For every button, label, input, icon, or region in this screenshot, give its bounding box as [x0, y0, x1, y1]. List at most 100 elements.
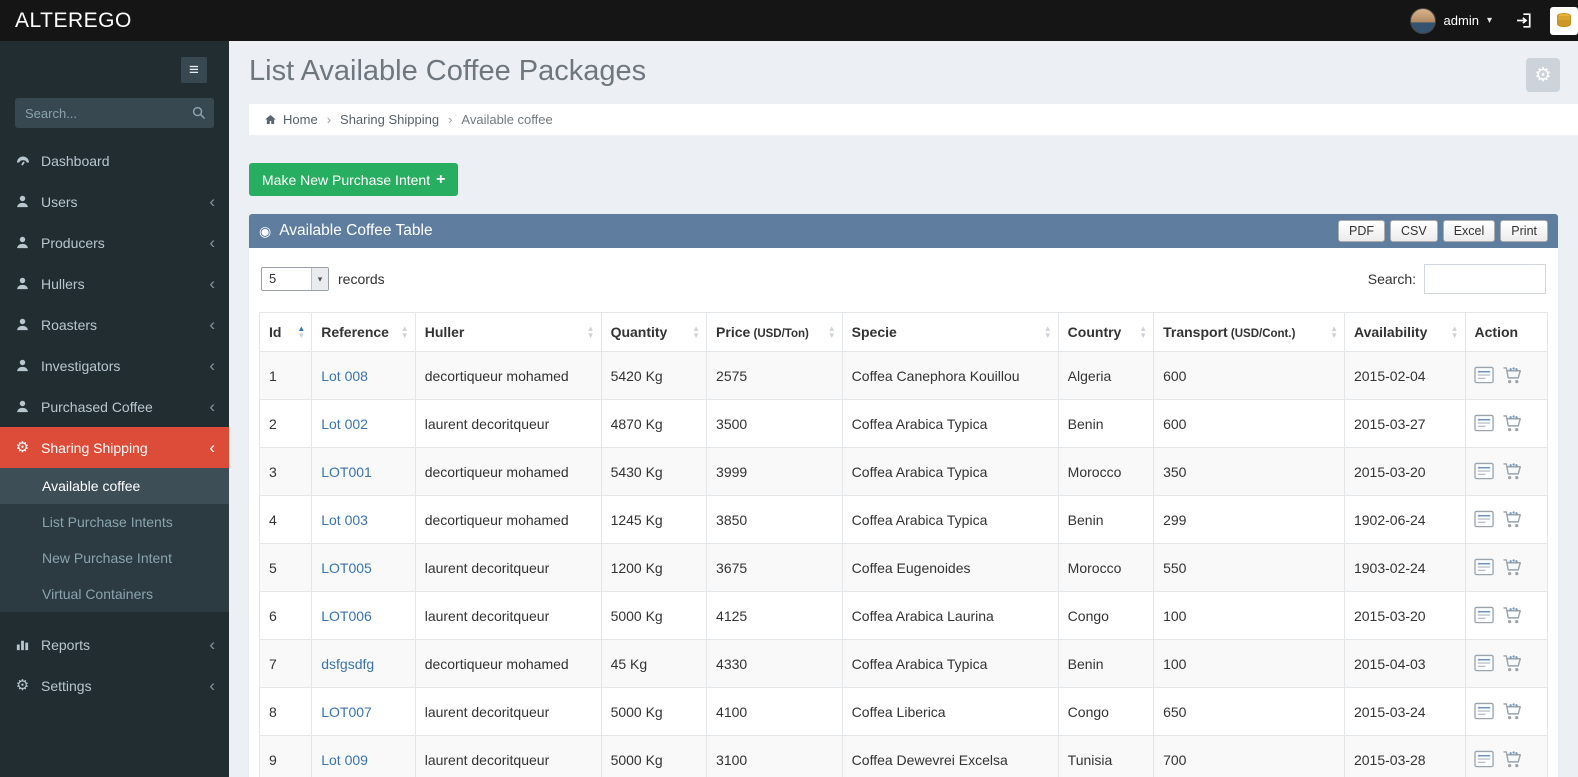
sort-carets-icon: ▲ ▼	[400, 324, 409, 340]
reference-link[interactable]: LOT007	[321, 704, 372, 720]
cart-icon[interactable]	[1502, 702, 1523, 721]
sort-carets-icon: ▲ ▼	[586, 324, 595, 340]
sidebar-item-producers[interactable]: Producers ‹	[0, 222, 229, 263]
caret-down-icon: ▾	[1486, 15, 1492, 26]
reference-link[interactable]: LOT005	[321, 560, 372, 576]
cell-transport: 550	[1153, 543, 1345, 592]
sidebar-item-users[interactable]: Users ‹	[0, 181, 229, 222]
details-icon[interactable]	[1473, 366, 1495, 385]
details-icon[interactable]	[1473, 606, 1495, 625]
breadcrumb-current: Available coffee	[461, 112, 553, 127]
breadcrumb-sharing-shipping[interactable]: Sharing Shipping	[340, 112, 439, 127]
table-search-input[interactable]	[1424, 264, 1546, 294]
details-icon[interactable]	[1473, 414, 1495, 433]
cart-icon[interactable]	[1502, 462, 1523, 481]
table-controls: 5 ▾ records Search:	[261, 264, 1546, 294]
details-icon[interactable]	[1473, 654, 1495, 673]
top-navbar: ALTEREGO admin ▾	[0, 0, 1578, 41]
cart-icon[interactable]	[1502, 366, 1523, 385]
sidebar-toggle-icon[interactable]: ≡	[181, 57, 207, 83]
column-header-quantity[interactable]: Quantity ▲ ▼	[600, 312, 708, 352]
details-icon[interactable]	[1473, 750, 1495, 769]
sort-carets-icon: ▲ ▼	[1450, 324, 1459, 340]
sidebar-search-input[interactable]	[15, 98, 214, 128]
sidebar-item-sharing-shipping[interactable]: ⚙ Sharing Shipping ‹	[0, 427, 229, 468]
export-csv-button[interactable]: CSV	[1390, 220, 1438, 242]
table-search-label: Search:	[1367, 271, 1416, 287]
make-new-purchase-intent-button[interactable]: Make New Purchase Intent +	[249, 163, 459, 196]
cell-specie: Coffea Arabica Laurina	[841, 591, 1059, 640]
details-icon[interactable]	[1473, 462, 1495, 481]
cell-reference: dsfgsdfg	[311, 639, 416, 688]
submenu-item-available-coffee[interactable]: Available coffee	[0, 468, 229, 504]
cart-icon[interactable]	[1502, 414, 1523, 433]
brand-logo[interactable]: ALTEREGO	[0, 9, 229, 33]
column-header-specie[interactable]: Specie ▲ ▼	[841, 312, 1059, 352]
logout-icon[interactable]	[1512, 8, 1538, 34]
cell-reference: Lot 008	[311, 351, 416, 400]
export-print-button[interactable]: Print	[1500, 220, 1548, 242]
details-icon[interactable]	[1473, 558, 1495, 577]
gear-icon: ⚙	[15, 439, 30, 456]
reference-link[interactable]: Lot 008	[321, 368, 368, 384]
reference-link[interactable]: Lot 009	[321, 752, 368, 768]
search-icon[interactable]	[191, 105, 206, 120]
cart-icon[interactable]	[1502, 750, 1523, 769]
breadcrumb-home[interactable]: Home	[264, 112, 318, 127]
cell-action	[1464, 351, 1549, 400]
sidebar-item-dashboard[interactable]: Dashboard	[0, 140, 229, 181]
cart-icon[interactable]	[1502, 606, 1523, 625]
sidebar-search	[15, 98, 214, 128]
column-header-price[interactable]: Price (USD/Ton) ▲ ▼	[706, 312, 843, 352]
sidebar-item-reports[interactable]: Reports ‹	[0, 624, 229, 665]
sidebar-item-settings[interactable]: ⚙ Settings ‹	[0, 665, 229, 706]
reference-link[interactable]: Lot 002	[321, 416, 368, 432]
records-per-page-select[interactable]: 5 ▾	[261, 267, 329, 291]
users-icon	[14, 194, 31, 210]
main-content: List Available Coffee Packages ⚙ Home › …	[229, 41, 1578, 777]
submenu-item-new-purchase-intent[interactable]: New Purchase Intent	[0, 540, 229, 576]
column-header-reference[interactable]: Reference ▲ ▼	[311, 312, 416, 352]
cell-specie: Coffea Arabica Typica	[841, 639, 1059, 688]
cell-availability: 2015-03-28	[1343, 735, 1466, 777]
details-icon[interactable]	[1473, 702, 1495, 721]
cell-quantity: 5000 Kg	[600, 735, 708, 777]
column-header-transport[interactable]: Transport (USD/Cont.) ▲ ▼	[1153, 312, 1345, 352]
cell-quantity: 1200 Kg	[600, 543, 708, 592]
dashboard-icon	[14, 153, 31, 169]
cell-country: Benin	[1057, 399, 1155, 448]
cell-reference: LOT006	[311, 591, 416, 640]
details-icon[interactable]	[1473, 510, 1495, 529]
cell-transport: 700	[1153, 735, 1345, 777]
cell-transport: 350	[1153, 447, 1345, 496]
reference-link[interactable]: Lot 003	[321, 512, 368, 528]
sidebar-item-investigators[interactable]: Investigators ‹	[0, 345, 229, 386]
export-excel-button[interactable]: Excel	[1442, 220, 1496, 242]
column-header-id[interactable]: Id ▲ ▼	[258, 312, 313, 352]
cell-price: 3999	[706, 447, 843, 496]
column-header-country[interactable]: Country ▲ ▼	[1057, 312, 1155, 352]
reference-link[interactable]: LOT006	[321, 608, 372, 624]
table-row: 7 dsfgsdfg decortiqueur mohamed 45 Kg 43…	[258, 639, 1549, 688]
column-header-availability[interactable]: Availability ▲ ▼	[1343, 312, 1466, 352]
cart-icon[interactable]	[1502, 510, 1523, 529]
cart-icon[interactable]	[1502, 558, 1523, 577]
cell-quantity: 1245 Kg	[600, 495, 708, 544]
settings-gear-button[interactable]: ⚙	[1526, 58, 1560, 92]
submenu-item-virtual-containers[interactable]: Virtual Containers	[0, 576, 229, 612]
cart-icon[interactable]	[1502, 654, 1523, 673]
cell-huller: laurent decoritqueur	[414, 735, 602, 777]
sidebar-item-hullers[interactable]: Hullers ‹	[0, 263, 229, 304]
cell-specie: Coffea Arabica Typica	[841, 447, 1059, 496]
coins-icon[interactable]	[1550, 6, 1578, 35]
cell-specie: Coffea Arabica Typica	[841, 399, 1059, 448]
user-menu[interactable]: admin ▾	[1402, 0, 1500, 41]
sidebar-item-roasters[interactable]: Roasters ‹	[0, 304, 229, 345]
sidebar-item-purchased-coffee[interactable]: Purchased Coffee ‹	[0, 386, 229, 427]
reference-link[interactable]: LOT001	[321, 464, 372, 480]
export-pdf-button[interactable]: PDF	[1338, 220, 1386, 242]
cell-availability: 2015-03-24	[1343, 687, 1466, 736]
reference-link[interactable]: dsfgsdfg	[321, 656, 374, 672]
submenu-item-list-purchase-intents[interactable]: List Purchase Intents	[0, 504, 229, 540]
column-header-huller[interactable]: Huller ▲ ▼	[414, 312, 602, 352]
